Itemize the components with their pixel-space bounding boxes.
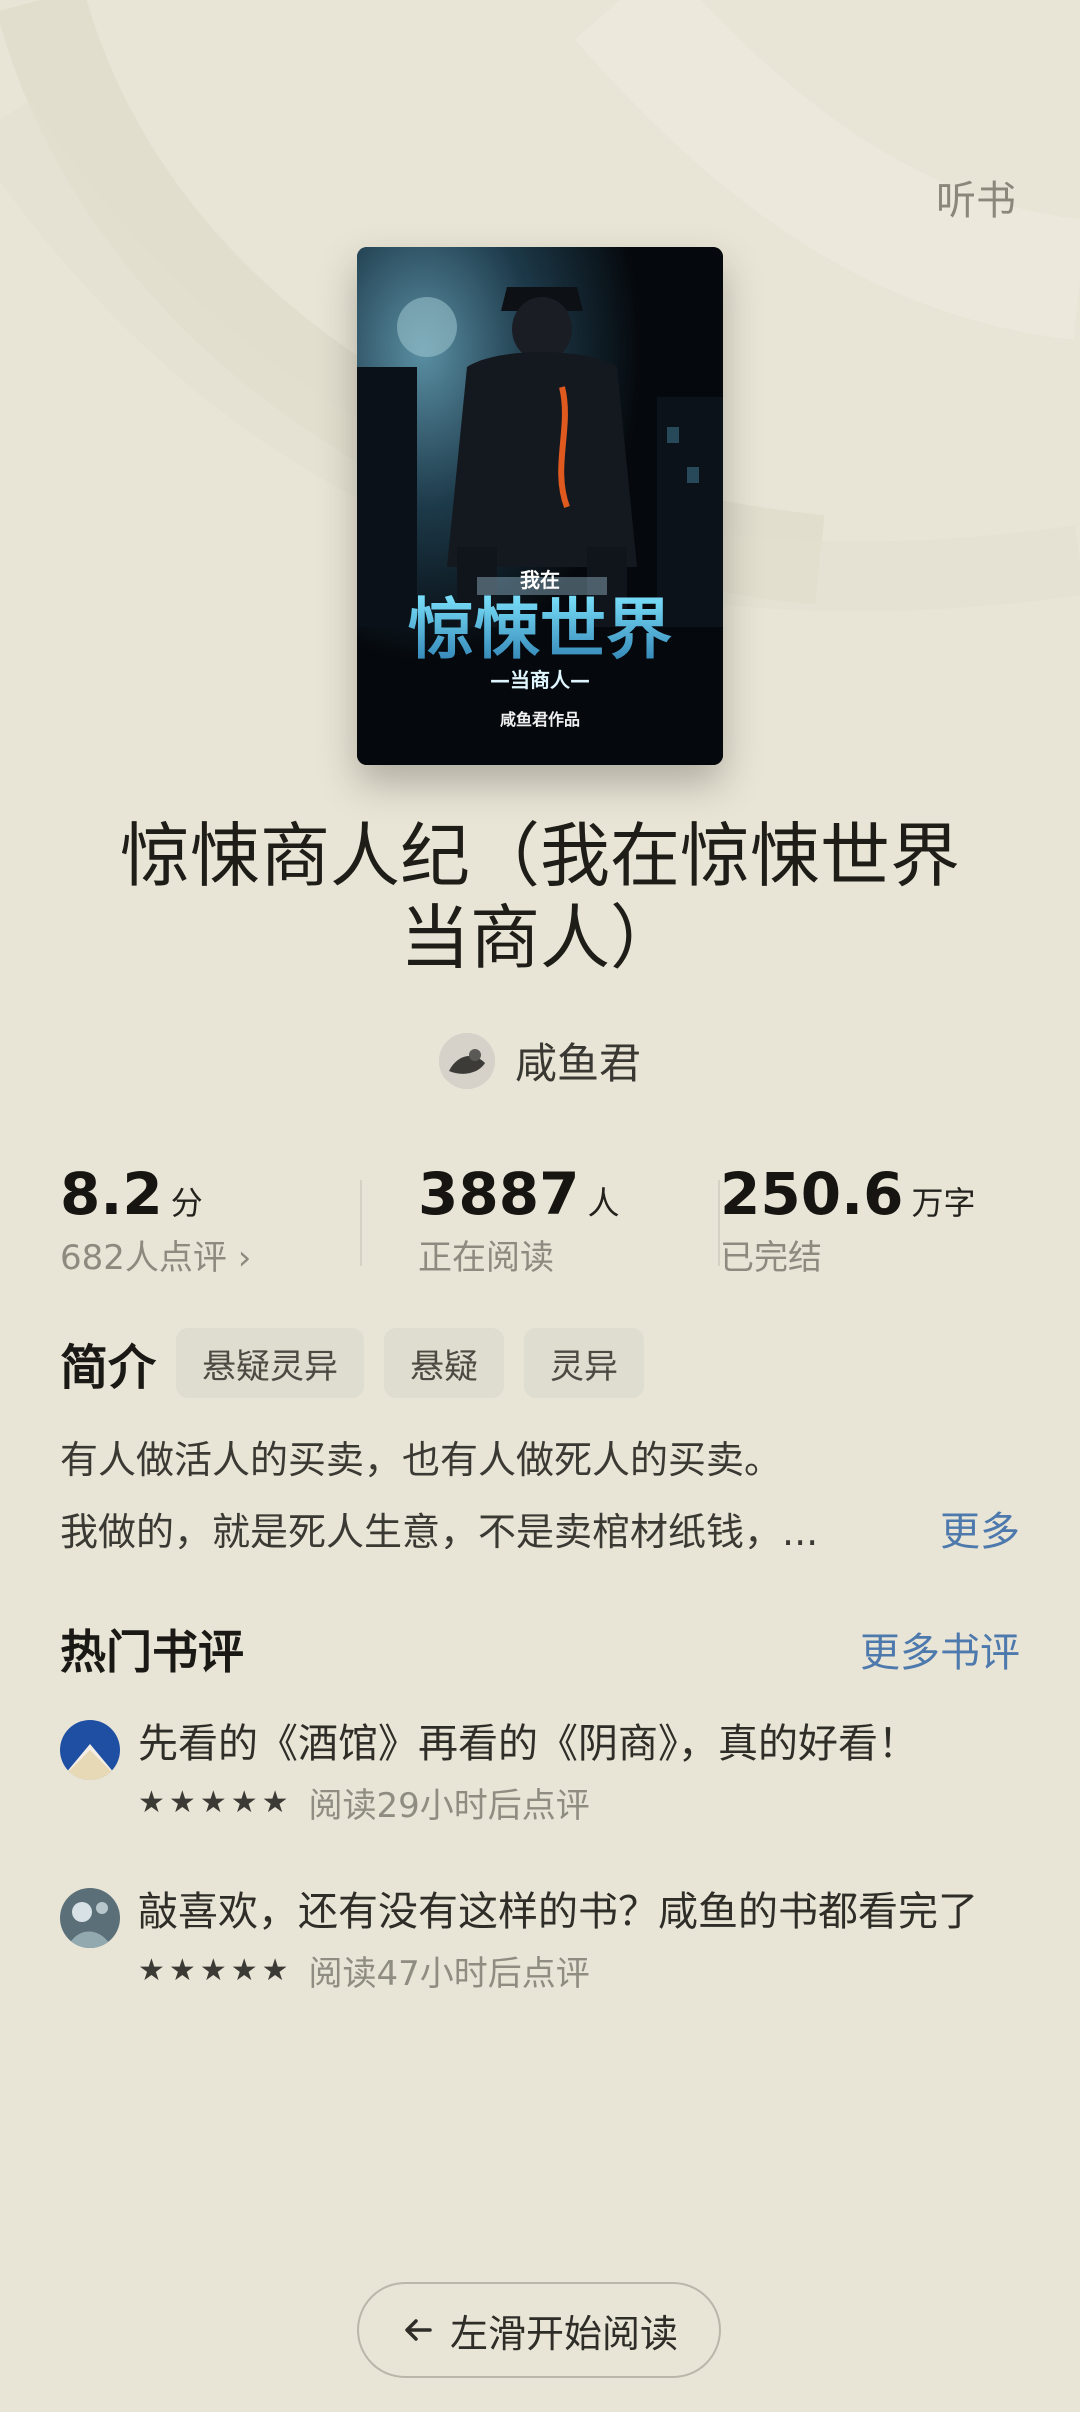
cover-title-text: 惊悚世界 <box>408 590 672 668</box>
star-icon: ★ <box>168 1952 196 1988</box>
score-unit: 分 <box>170 1184 203 1222</box>
genre-tag[interactable]: 悬疑灵异 <box>176 1328 365 1398</box>
review-meta: 阅读29小时后点评 <box>308 1786 590 1826</box>
star-icon: ★ <box>168 1784 196 1820</box>
star-icon: ★ <box>199 1952 227 1988</box>
book-title: 惊悚商人纪（我在惊悚世界当商人） <box>120 815 960 979</box>
star-icon: ★ <box>230 1784 258 1820</box>
hot-reviews-title: 热门书评 <box>60 1625 244 1679</box>
cover-subtitle-text: —当商人— <box>490 668 590 692</box>
star-icon: ★ <box>261 1784 289 1820</box>
rating-stars: ★ ★ ★ ★ ★ <box>138 1784 289 1820</box>
more-reviews-link[interactable]: 更多书评 <box>860 1620 1020 1678</box>
score-stat[interactable]: 8.2 分 682人点评 › <box>60 1160 360 1290</box>
rating-stars: ★ ★ ★ ★ ★ <box>138 1952 289 1988</box>
hot-reviews-header: 热门书评 更多书评 <box>60 1616 1020 1682</box>
review-text: 先看的《酒馆》再看的《阴商》，真的好看！ <box>138 1721 918 1767</box>
review-meta: 阅读47小时后点评 <box>308 1954 590 1994</box>
score-review-count[interactable]: 682人点评 › <box>60 1230 360 1279</box>
words-unit: 万字 <box>911 1184 976 1222</box>
intro-label: 简介 <box>60 1340 157 1396</box>
cover-credit-text: 咸鱼君作品 <box>500 710 580 729</box>
book-cover[interactable]: 我在 惊悚世界 —当商人— 咸鱼君作品 <box>357 247 723 765</box>
summary-line: 有人做活人的买卖，也有人做死人的买卖。 <box>60 1438 783 1482</box>
book-cover-art: 我在 惊悚世界 —当商人— 咸鱼君作品 <box>357 247 723 765</box>
start-reading-button[interactable]: 左滑开始阅读 <box>357 2282 721 2378</box>
readers-unit: 人 <box>587 1184 620 1222</box>
star-icon: ★ <box>230 1952 258 1988</box>
words-value: 250.6 <box>720 1160 904 1228</box>
intro-header: 简介 悬疑灵异 悬疑 灵异 <box>60 1328 645 1398</box>
author-avatar <box>438 1032 495 1089</box>
listen-book-button[interactable]: 听书 <box>936 168 1016 226</box>
score-value: 8.2 <box>60 1160 163 1228</box>
review-text: 敲喜欢，还有没有这样的书？咸鱼的书都看完了 <box>138 1889 978 1935</box>
completion-status: 已完结 <box>720 1238 822 1278</box>
genre-tag[interactable]: 灵异 <box>524 1328 645 1398</box>
star-icon: ★ <box>138 1952 165 1988</box>
star-icon: ★ <box>261 1952 289 1988</box>
book-summary[interactable]: 有人做活人的买卖，也有人做死人的买卖。 我做的，就是死人生意，不是卖棺材纸钱，.… <box>60 1424 1020 1568</box>
readers-label: 正在阅读 <box>418 1238 554 1278</box>
author-name: 咸鱼君 <box>514 1039 641 1088</box>
words-stat: 250.6 万字 已完结 <box>720 1160 1020 1290</box>
cover-small-text: 我在 <box>520 568 560 592</box>
reviewer-avatar <box>60 1720 120 1780</box>
reviewer-avatar <box>60 1888 120 1948</box>
author-row[interactable]: 咸鱼君 <box>0 1030 1080 1091</box>
readers-value: 3887 <box>418 1160 580 1228</box>
readers-stat: 3887 人 正在阅读 <box>362 1160 718 1290</box>
review-item[interactable]: 敲喜欢，还有没有这样的书？咸鱼的书都看完了 ★ ★ ★ ★ ★ 阅读47小时后点… <box>60 1884 1020 1995</box>
summary-more-link[interactable]: 更多 <box>940 1496 1020 1568</box>
star-icon: ★ <box>138 1784 165 1820</box>
review-item[interactable]: 先看的《酒馆》再看的《阴商》，真的好看！ ★ ★ ★ ★ ★ 阅读29小时后点评 <box>60 1716 1020 1827</box>
arrow-left-icon <box>400 2312 436 2348</box>
star-icon: ★ <box>199 1784 227 1820</box>
book-stats: 8.2 分 682人点评 › 3887 人 正在阅读 250.6 万字 已完结 <box>60 1160 1020 1290</box>
summary-line: 我做的，就是死人生意，不是卖棺材纸钱，... <box>60 1510 819 1554</box>
start-reading-label: 左滑开始阅读 <box>449 2311 678 2356</box>
genre-tag[interactable]: 悬疑 <box>384 1328 505 1398</box>
